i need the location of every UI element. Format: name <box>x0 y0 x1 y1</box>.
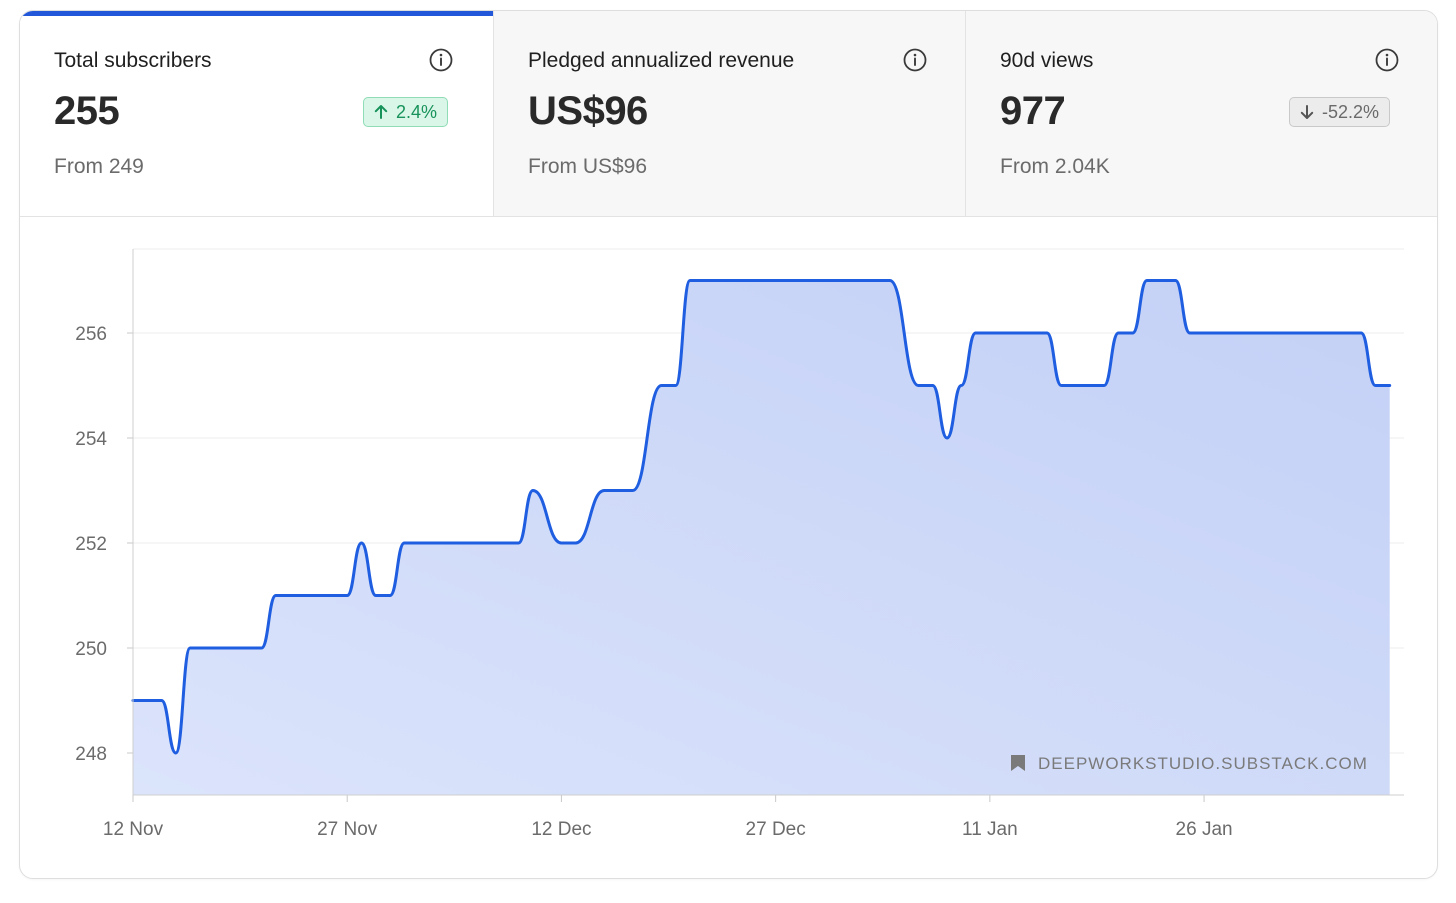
y-tick-label: 256 <box>75 324 107 345</box>
watermark-text: DEEPWORKSTUDIO.SUBSTACK.COM <box>1038 754 1368 773</box>
subscriber-stats-card: Total subscribers 255 2.4% From 249 Pled… <box>19 10 1438 879</box>
y-tick-label: 252 <box>75 534 107 555</box>
y-tick-label: 254 <box>75 429 107 450</box>
watermark: DEEPWORKSTUDIO.SUBSTACK.COM <box>1011 754 1368 773</box>
x-tick-label: 27 Nov <box>317 819 378 840</box>
subscribers-area-chart: 248 250 252 254 256 12 Nov 27 Nov 12 Dec 27 Dec 1… <box>75 248 1404 840</box>
area-fill <box>133 280 1390 795</box>
x-tick-label: 27 Dec <box>746 819 806 840</box>
x-tick-label: 12 Dec <box>531 819 591 840</box>
y-tick-label: 250 <box>75 639 107 660</box>
x-tick-label: 11 Jan <box>962 819 1018 840</box>
x-tick-label: 26 Jan <box>1176 819 1233 840</box>
y-tick-label: 248 <box>75 744 107 765</box>
x-tick-label: 12 Nov <box>103 819 164 840</box>
